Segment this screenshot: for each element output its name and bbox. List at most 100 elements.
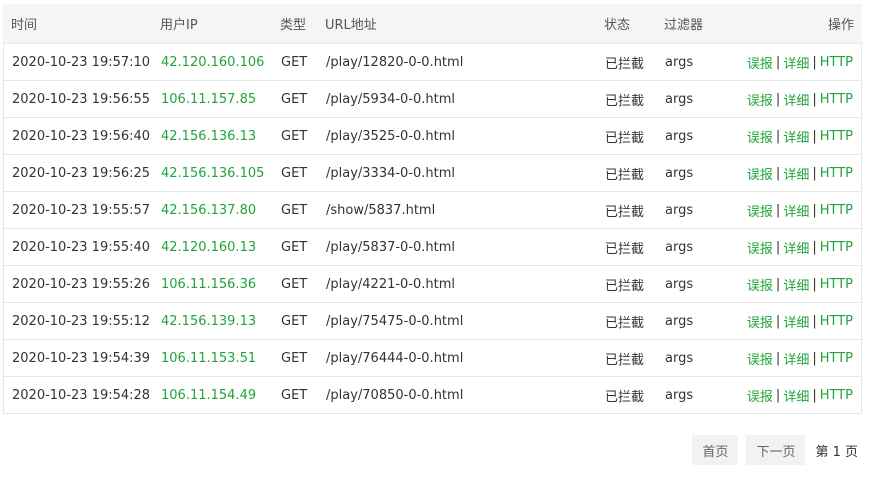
action-separator: | xyxy=(812,165,817,181)
row-time: 2020-10-23 19:55:57 xyxy=(12,202,151,218)
false-positive-link[interactable]: 误报 xyxy=(747,164,773,183)
action-separator: | xyxy=(812,202,817,218)
false-positive-link[interactable]: 误报 xyxy=(747,349,773,368)
http-link[interactable]: HTTP xyxy=(820,277,853,292)
row-actions: 误报 | 详细 | HTTP xyxy=(747,303,853,339)
row-time: 2020-10-23 19:56:25 xyxy=(12,165,151,181)
row-time: 2020-10-23 19:54:39 xyxy=(12,350,151,366)
row-ip: 42.120.160.13 xyxy=(161,239,257,255)
action-separator: | xyxy=(812,350,817,366)
action-separator: | xyxy=(775,276,781,292)
row-status: 已拦截 xyxy=(605,390,645,405)
false-positive-link[interactable]: 误报 xyxy=(747,275,773,294)
row-time: 2020-10-23 19:56:40 xyxy=(12,128,151,144)
row-ip: 42.156.136.105 xyxy=(161,165,265,181)
false-positive-link[interactable]: 误报 xyxy=(747,127,773,146)
false-positive-link[interactable]: 误报 xyxy=(747,386,773,405)
action-separator: | xyxy=(812,239,817,255)
action-separator: | xyxy=(775,313,781,329)
row-url: /play/3334-0-0.html xyxy=(326,165,456,181)
row-url: /play/76444-0-0.html xyxy=(326,350,464,366)
action-separator: | xyxy=(812,91,817,107)
row-filter: args xyxy=(665,91,694,107)
row-ip: 106.11.156.36 xyxy=(161,276,257,292)
action-separator: | xyxy=(775,128,781,144)
table-row: 2020-10-23 19:55:26 106.11.156.36 GET/play… xyxy=(4,266,861,303)
http-link[interactable]: HTTP xyxy=(820,240,853,255)
http-link[interactable]: HTTP xyxy=(820,166,853,181)
http-link[interactable]: HTTP xyxy=(820,55,853,70)
detail-link[interactable]: 详细 xyxy=(783,127,809,146)
row-actions: 误报 | 详细 | HTTP xyxy=(747,340,853,376)
next-page-button[interactable]: 下一页 xyxy=(746,435,806,465)
column-header-actions: 操作 xyxy=(827,18,854,33)
column-header-url: URL地址 xyxy=(325,18,377,33)
row-type: GET xyxy=(281,128,308,144)
row-url: /play/4221-0-0.html xyxy=(326,276,456,292)
row-url: /play/5837-0-0.html xyxy=(326,239,456,255)
false-positive-link[interactable]: 误报 xyxy=(747,53,773,72)
pagination: 首页 下一页 第 1 页 xyxy=(684,435,858,465)
action-separator: | xyxy=(812,54,817,70)
row-url: /play/3525-0-0.html xyxy=(326,128,456,144)
row-actions: 误报 | 详细 | HTTP xyxy=(747,118,853,154)
action-separator: | xyxy=(775,54,781,70)
row-ip: 106.11.154.49 xyxy=(161,388,257,403)
table-row: 2020-10-23 19:56:55 106.11.157.85 GET/play… xyxy=(4,81,861,118)
row-status: 已拦截 xyxy=(605,130,645,146)
table-row: 2020-10-23 19:54:39 106.11.153.51 GET/play… xyxy=(4,340,861,377)
row-url: /play/5934-0-0.html xyxy=(326,91,456,107)
row-type: GET xyxy=(281,202,308,218)
action-separator: | xyxy=(812,128,817,144)
page-indicator: 第 1 页 xyxy=(815,444,858,460)
row-actions: 误报 | 详细 | HTTP xyxy=(747,155,853,191)
detail-link[interactable]: 详细 xyxy=(783,312,809,331)
row-actions: 误报 | 详细 | HTTP xyxy=(747,81,853,117)
http-link[interactable]: HTTP xyxy=(820,388,853,403)
column-header-status: 状态 xyxy=(604,18,631,33)
row-status: 已拦截 xyxy=(605,56,645,72)
false-positive-link[interactable]: 误报 xyxy=(747,238,773,257)
action-separator: | xyxy=(775,91,781,107)
table-body: 2020-10-23 19:57:10 42.120.160.106 GET/pla… xyxy=(3,44,862,414)
first-page-button[interactable]: 首页 xyxy=(692,435,739,465)
detail-link[interactable]: 详细 xyxy=(783,164,809,183)
table-header: 时间 用户IP 类型 URL地址 状态 过滤器 操作 xyxy=(3,4,862,44)
row-time: 2020-10-23 19:55:12 xyxy=(12,313,151,329)
http-link[interactable]: HTTP xyxy=(820,129,853,144)
http-link[interactable]: HTTP xyxy=(820,92,853,107)
row-status: 已拦截 xyxy=(605,278,645,294)
detail-link[interactable]: 详细 xyxy=(783,201,809,220)
row-filter: args xyxy=(665,350,694,366)
detail-link[interactable]: 详细 xyxy=(783,386,809,405)
row-ip: 42.156.137.80 xyxy=(161,202,257,218)
http-link[interactable]: HTTP xyxy=(820,314,853,329)
row-url: /play/70850-0-0.html xyxy=(326,388,464,403)
false-positive-link[interactable]: 误报 xyxy=(747,90,773,109)
row-type: GET xyxy=(281,165,308,181)
interception-log-panel: 时间 用户IP 类型 URL地址 状态 过滤器 操作 2020-10-23 19… xyxy=(0,0,872,482)
detail-link[interactable]: 详细 xyxy=(783,53,809,72)
false-positive-link[interactable]: 误报 xyxy=(747,201,773,220)
row-ip: 42.156.139.13 xyxy=(161,313,257,329)
row-actions: 误报 | 详细 | HTTP xyxy=(747,192,853,228)
row-type: GET xyxy=(281,350,308,366)
detail-link[interactable]: 详细 xyxy=(783,349,809,368)
row-status: 已拦截 xyxy=(605,315,645,331)
detail-link[interactable]: 详细 xyxy=(783,275,809,294)
table-row: 2020-10-23 19:56:40 42.156.136.13 GET/play… xyxy=(4,118,861,155)
false-positive-link[interactable]: 误报 xyxy=(747,312,773,331)
row-time: 2020-10-23 19:54:28 xyxy=(12,388,151,403)
row-time: 2020-10-23 19:55:26 xyxy=(12,276,151,292)
action-separator: | xyxy=(775,388,781,403)
column-header-ip: 用户IP xyxy=(160,18,198,33)
http-link[interactable]: HTTP xyxy=(820,203,853,218)
http-link[interactable]: HTTP xyxy=(820,351,853,366)
detail-link[interactable]: 详细 xyxy=(783,90,809,109)
table-row: 2020-10-23 19:55:57 42.156.137.80 GET/show… xyxy=(4,192,861,229)
table-row: 2020-10-23 19:54:28 106.11.154.49 GET/play… xyxy=(4,377,861,414)
detail-link[interactable]: 详细 xyxy=(783,238,809,257)
row-actions: 误报 | 详细 | HTTP xyxy=(747,377,853,414)
action-separator: | xyxy=(812,313,817,329)
row-ip: 42.120.160.106 xyxy=(161,54,265,70)
